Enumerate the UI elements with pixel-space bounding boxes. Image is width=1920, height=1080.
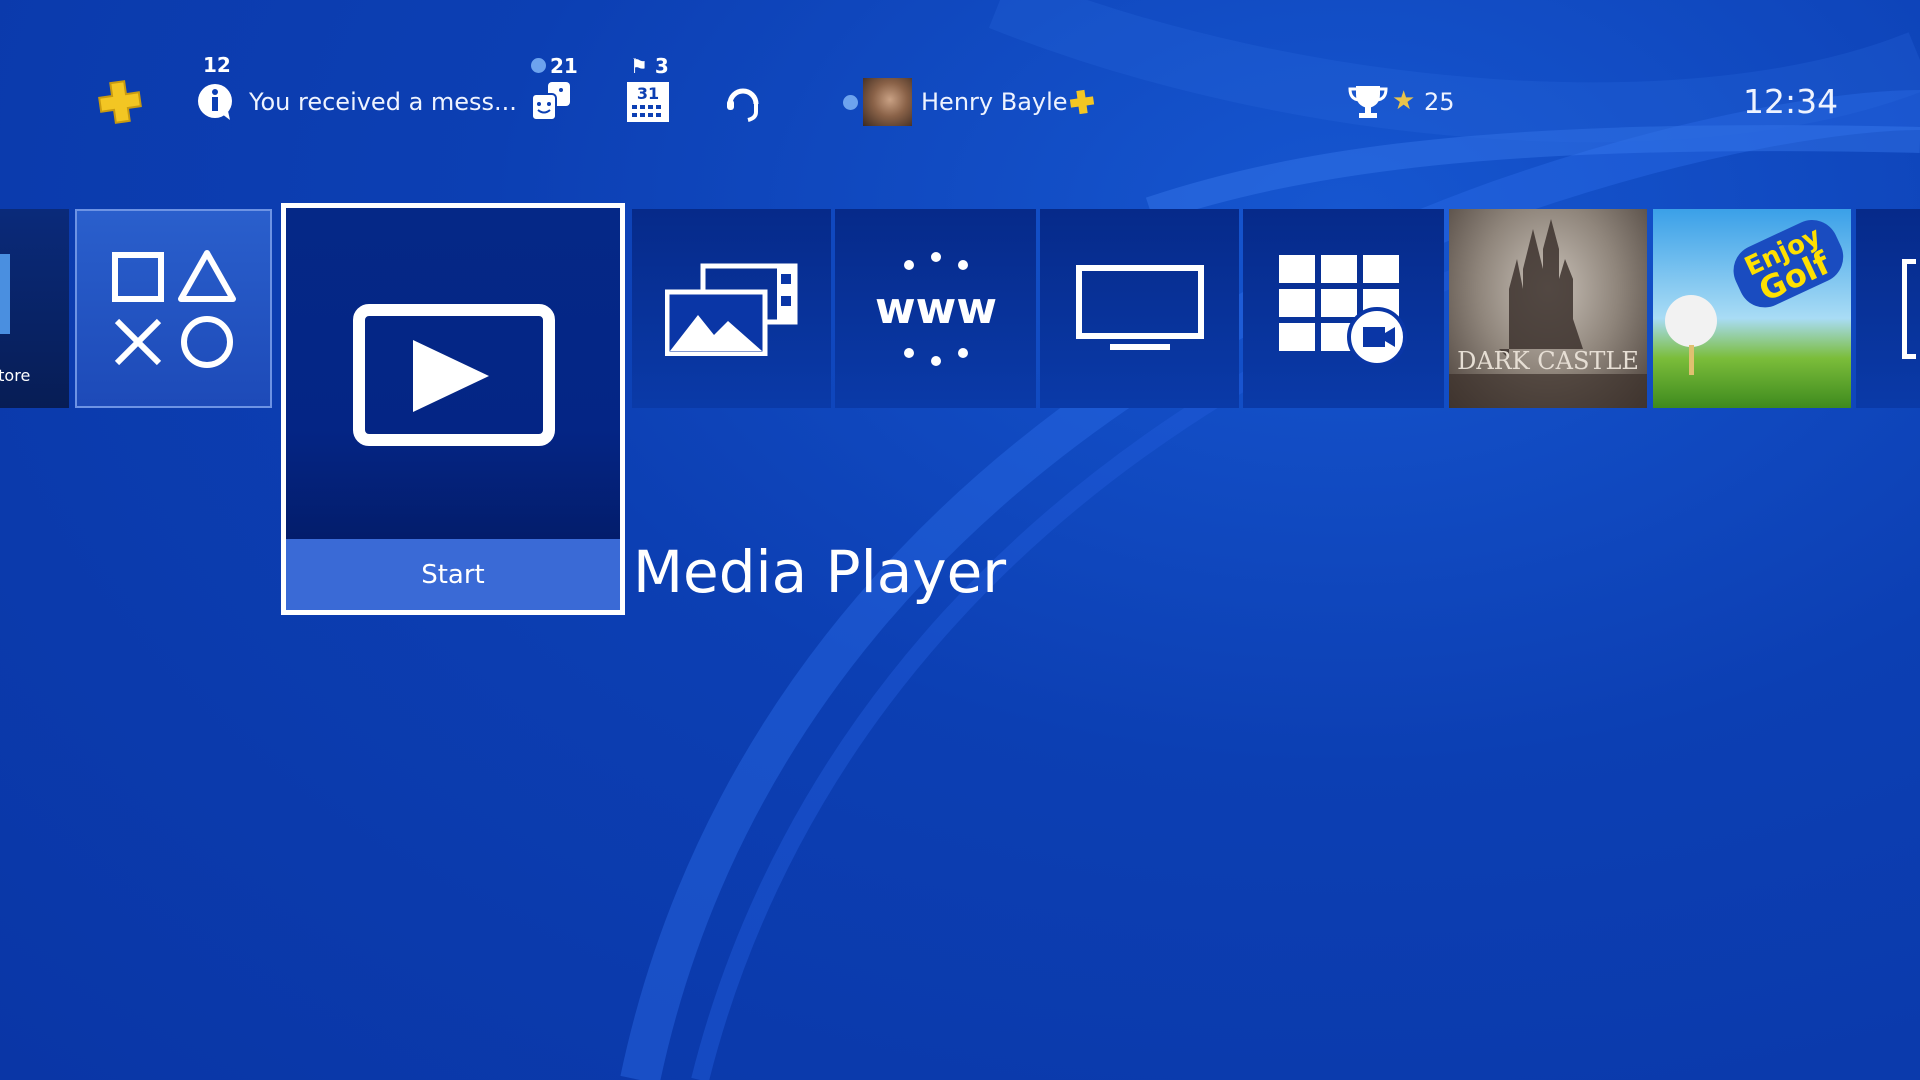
windows-camera-icon xyxy=(1278,254,1407,365)
tile-dark-castle[interactable]: DARK CASTLE xyxy=(1449,209,1647,408)
partial-icon xyxy=(1902,258,1916,359)
svg-text:31: 31 xyxy=(637,84,659,103)
online-dot-icon xyxy=(531,58,546,73)
tile-next-partial[interactable] xyxy=(1856,209,1920,408)
calendar-icon[interactable]: 31 xyxy=(627,82,669,126)
store-bag-icon xyxy=(0,254,10,334)
flag-icon: ⚑ xyxy=(630,54,648,78)
tv-icon xyxy=(1075,264,1204,350)
tile-enjoy-golf[interactable]: Enjoy Golf xyxy=(1653,209,1851,408)
start-label: Start xyxy=(421,559,485,590)
tile-capture-gallery[interactable] xyxy=(632,209,831,408)
ps-shapes-icon xyxy=(111,249,236,368)
gallery-icon xyxy=(664,263,797,356)
play-icon xyxy=(353,304,555,446)
friends-count: 21 xyxy=(550,54,578,78)
svg-text:www: www xyxy=(875,283,997,334)
start-button[interactable]: Start xyxy=(286,539,620,610)
online-status-dot xyxy=(843,95,858,110)
clock: 12:34 xyxy=(1743,82,1839,121)
golf-art: EnjoyGolf xyxy=(1665,220,1844,375)
friends-online-count: 21 xyxy=(531,54,578,78)
tile-library[interactable] xyxy=(75,209,272,408)
user-name[interactable]: Henry Bayle xyxy=(921,88,1068,116)
www-icon: www xyxy=(875,251,997,366)
store-label: Store xyxy=(0,366,31,385)
trophy-icon[interactable] xyxy=(1348,84,1388,124)
notification-count: 12 xyxy=(203,53,231,77)
friends-icon[interactable] xyxy=(530,80,574,126)
castle-art: DARK CASTLE xyxy=(1449,219,1647,408)
avatar[interactable] xyxy=(863,78,912,126)
ps-plus-icon[interactable] xyxy=(96,78,144,130)
dark-castle-logo: DARK CASTLE xyxy=(1457,347,1639,375)
tile-internet-browser[interactable]: www xyxy=(835,209,1036,408)
tile-media-player-selected[interactable]: Start xyxy=(281,203,625,615)
notification-text[interactable]: You received a mess... xyxy=(249,88,517,116)
tile-playstation-store[interactable]: Store xyxy=(0,209,69,408)
tile-share[interactable] xyxy=(1243,209,1444,408)
tile-tv-video[interactable] xyxy=(1040,209,1239,408)
selected-title: Media Player xyxy=(633,538,1007,606)
events-count: ⚑ 3 xyxy=(630,54,669,78)
headset-icon[interactable] xyxy=(722,80,764,128)
star-trophy-icon: ★ xyxy=(1392,86,1416,116)
info-notification-icon[interactable] xyxy=(196,82,236,126)
trophy-count: 25 xyxy=(1424,88,1455,116)
ps-plus-member-icon xyxy=(1068,88,1096,120)
